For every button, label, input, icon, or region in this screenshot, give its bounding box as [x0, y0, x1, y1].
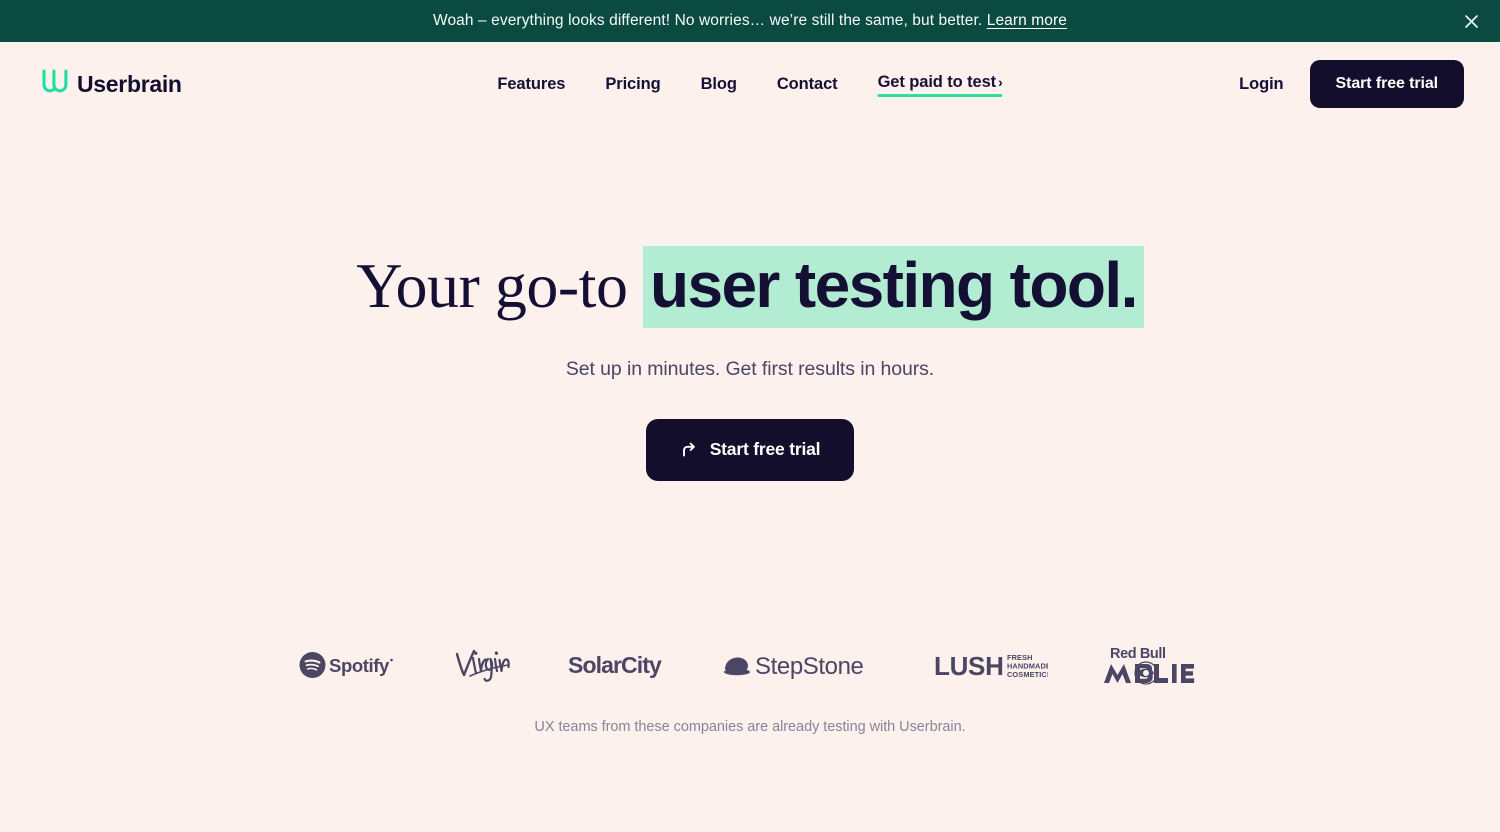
site-header: Userbrain Features Pricing Blog Contact … — [0, 42, 1500, 126]
nav-item-blog[interactable]: Blog — [701, 75, 737, 94]
svg-text:Red Bull: Red Bull — [1110, 646, 1166, 662]
lush-logo: LUSH FRESH HANDMADE COSMETICS — [934, 649, 1048, 681]
header-start-free-trial-button[interactable]: Start free trial — [1309, 60, 1464, 108]
solarcity-logo: SolarCity — [568, 650, 668, 680]
hero-cta-label: Start free trial — [709, 439, 821, 460]
headline-plain-text: Your go-to — [356, 250, 643, 321]
redbull-mobile-logo: Red Bull — [1102, 642, 1202, 688]
chevron-right-icon: › — [998, 73, 1003, 90]
stepstone-logo: StepStone — [722, 649, 880, 681]
social-proof-caption: UX teams from these companies are alread… — [534, 718, 966, 735]
svg-text:SolarCity: SolarCity — [568, 652, 662, 678]
site-logo-text: Userbrain — [77, 70, 182, 97]
announcement-banner: Woah – everything looks different! No wo… — [0, 0, 1500, 42]
login-link[interactable]: Login — [1239, 75, 1284, 94]
announcement-message: Woah – everything looks different! No wo… — [433, 12, 987, 29]
userbrain-u-logo-icon — [40, 68, 68, 100]
hero-start-free-trial-button[interactable]: Start free trial — [645, 418, 855, 481]
headline-highlighted-text: user testing tool. — [642, 246, 1144, 328]
page-title: Your go-to user testing tool. — [0, 246, 1500, 328]
hero-cta-wrapper: Start free trial — [0, 418, 1500, 481]
client-logo-strip: Spotify SolarCity StepStone LUSH FRESH H… — [0, 637, 1500, 693]
announcement-learn-more-link[interactable]: Learn more — [987, 12, 1067, 29]
nav-item-pricing[interactable]: Pricing — [605, 75, 660, 94]
hero-subtitle: Set up in minutes. Get first results in … — [565, 357, 935, 380]
nav-item-contact[interactable]: Contact — [777, 75, 838, 94]
announcement-text: Woah – everything looks different! No wo… — [433, 12, 1067, 30]
site-logo[interactable]: Userbrain — [40, 68, 182, 100]
spotify-logo: Spotify — [298, 650, 398, 680]
svg-text:StepStone: StepStone — [755, 653, 864, 680]
svg-text:Spotify: Spotify — [329, 655, 390, 676]
svg-text:COSMETICS: COSMETICS — [1007, 670, 1048, 679]
svg-text:LUSH: LUSH — [934, 651, 1004, 681]
arrow-turn-up-right-icon — [680, 441, 698, 459]
close-icon[interactable] — [1456, 6, 1486, 36]
nav-item-features[interactable]: Features — [497, 75, 565, 94]
virgin-logo — [452, 645, 514, 685]
header-actions: Login Start free trial — [1239, 60, 1464, 108]
nav-item-get-paid-to-test[interactable]: Get paid to test › — [877, 72, 1003, 97]
nav-item-get-paid-to-test-label: Get paid to test — [877, 72, 997, 91]
main-navigation: Features Pricing Blog Contact Get paid t… — [497, 72, 1003, 97]
hero-section: Your go-to user testing tool. Set up in … — [0, 126, 1500, 735]
